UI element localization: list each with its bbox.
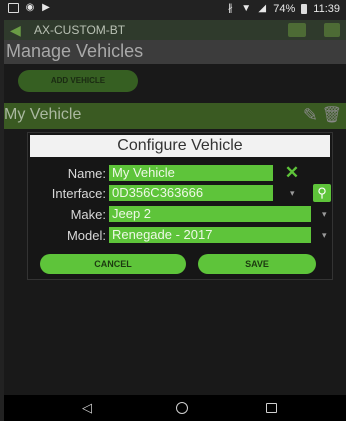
chevron-down-icon[interactable]: ▾ xyxy=(322,209,327,220)
bluetooth-icon: ∦ xyxy=(227,3,233,14)
wifi-icon: ▼ xyxy=(241,3,252,14)
clock-time: 11:39 xyxy=(313,3,340,15)
chevron-down-icon[interactable]: ▾ xyxy=(290,188,295,199)
interface-row: Interface: 0D356C363666 ▾ ⚲ xyxy=(28,184,332,203)
phone-screen: ◉ ▶ ∦ ▼ ◢ 74% 11:39 ◀ AX-CUSTOM-BT Manag… xyxy=(4,0,346,421)
add-vehicle-button[interactable]: ADD VEHICLE xyxy=(18,70,138,92)
app-title: AX-CUSTOM-BT xyxy=(34,23,126,37)
trash-icon[interactable]: 🗑 xyxy=(322,105,342,125)
play-icon: ▶ xyxy=(42,2,50,13)
page-header: Manage Vehicles xyxy=(4,40,346,64)
model-row: Model: Renegade - 2017 ▾ xyxy=(28,227,332,245)
page-title: Manage Vehicles xyxy=(6,41,144,61)
status-bar: ◉ ▶ ∦ ▼ ◢ 74% 11:39 xyxy=(4,0,346,20)
cancel-button[interactable]: CANCEL xyxy=(40,254,186,274)
interface-select[interactable]: 0D356C363666 xyxy=(109,185,273,201)
circle-icon: ◉ xyxy=(25,2,35,13)
model-label: Model: xyxy=(66,228,106,243)
back-arrow-icon[interactable]: ◀ xyxy=(10,22,21,39)
save-button[interactable]: SAVE xyxy=(198,254,316,274)
name-label: Name: xyxy=(67,166,106,181)
notification-box-icon xyxy=(8,3,19,13)
name-row: Name: My Vehicle ✕ xyxy=(28,164,332,183)
vehicle-icon[interactable] xyxy=(324,23,340,37)
make-select[interactable]: Jeep 2 xyxy=(109,206,311,222)
recents-square-icon[interactable] xyxy=(266,403,277,413)
chevron-down-icon[interactable]: ▾ xyxy=(322,230,327,241)
vehicle-name: My Vehicle xyxy=(4,106,82,123)
make-row: Make: Jeep 2 ▾ xyxy=(28,206,332,224)
interface-label: Interface: xyxy=(51,186,106,201)
battery-icon xyxy=(301,4,308,14)
vehicle-list-item[interactable]: My Vehicle ✎ 🗑 xyxy=(4,103,346,129)
battery-percent: 74% xyxy=(273,3,296,15)
name-input[interactable]: My Vehicle xyxy=(109,165,273,181)
edit-pencil-icon[interactable]: ✎ xyxy=(303,105,318,126)
vehicle-icon[interactable] xyxy=(288,23,306,37)
navigation-bar: ◁ xyxy=(4,395,346,421)
back-triangle-icon[interactable]: ◁ xyxy=(82,400,92,416)
home-circle-icon[interactable] xyxy=(176,402,188,414)
dialog-title: Configure Vehicle xyxy=(30,135,330,157)
clear-x-icon[interactable]: ✕ xyxy=(284,164,300,181)
search-icon[interactable]: ⚲ xyxy=(313,184,331,202)
configure-vehicle-dialog: Configure Vehicle Name: My Vehicle ✕ Int… xyxy=(27,132,333,280)
model-select[interactable]: Renegade - 2017 xyxy=(109,227,311,243)
signal-icon: ◢ xyxy=(258,3,267,14)
app-bar: ◀ AX-CUSTOM-BT xyxy=(4,20,346,40)
make-label: Make: xyxy=(70,207,106,222)
